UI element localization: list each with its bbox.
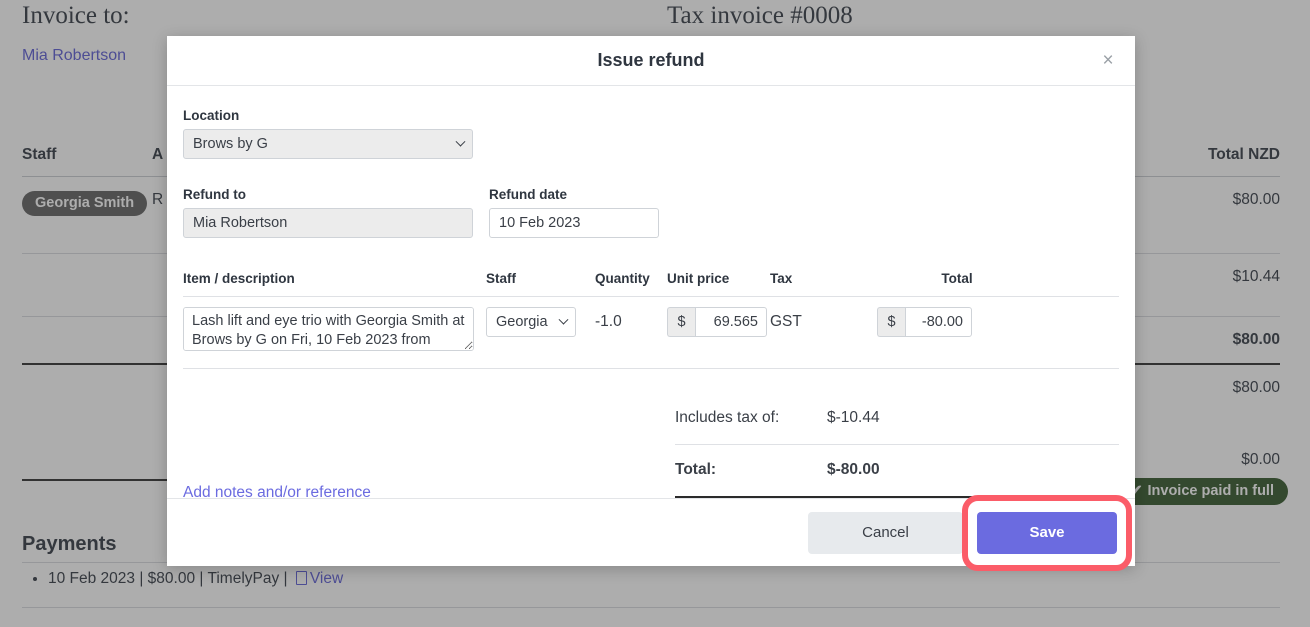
column-header-quantity: Quantity (595, 271, 650, 286)
column-header-total: Total (941, 271, 973, 286)
refund-to-label: Refund to (183, 187, 246, 202)
cell-description: Lash lift and eye trio with Georgia Smit… (183, 307, 486, 356)
includes-tax-value: $-10.44 (827, 409, 880, 426)
cell-quantity: -1.0 (595, 307, 667, 331)
total-group: $ (877, 307, 972, 337)
cell-tax: GST (770, 307, 877, 331)
close-icon[interactable]: × (1095, 48, 1121, 74)
location-label: Location (183, 108, 240, 123)
refund-item-table: Item / description Staff Quantity Unit p… (183, 271, 1119, 369)
cell-staff: Georgia Smith (486, 307, 595, 337)
total-row: Total: $-80.00 (675, 444, 1119, 498)
staff-select-wrap: Georgia Smith (486, 307, 576, 337)
column-header-item: Item / description (183, 271, 295, 286)
includes-tax-label: Includes tax of: (675, 409, 780, 426)
issue-refund-modal: Issue refund × Location Brows by G Refun… (167, 36, 1135, 571)
total-label: Total: (675, 461, 717, 478)
refund-date-group: Refund date (489, 187, 659, 238)
total-value: $-80.00 (827, 461, 880, 478)
tax-value: GST (770, 313, 802, 330)
column-header-unit-price: Unit price (667, 271, 730, 286)
column-header-tax: Tax (770, 271, 793, 286)
modal-header: Issue refund × (167, 36, 1135, 86)
currency-symbol: $ (667, 307, 695, 337)
cell-unit-price: $ (667, 307, 770, 337)
refund-date-input[interactable] (489, 208, 659, 238)
column-header-staff: Staff (486, 271, 516, 286)
refund-to-input[interactable] (183, 208, 473, 238)
includes-tax-row: Includes tax of: $-10.44 (675, 394, 1119, 444)
save-button-wrap: Save (962, 494, 1132, 571)
modal-footer: Cancel Save (167, 494, 1135, 571)
unit-price-group: $ (667, 307, 770, 337)
line-total-input[interactable] (905, 307, 972, 337)
unit-price-input[interactable] (695, 307, 767, 337)
modal-body: Location Brows by G Refund to Refund dat… (167, 86, 1135, 501)
location-select-wrap: Brows by G (183, 129, 473, 159)
refund-date-label: Refund date (489, 187, 568, 202)
refund-to-group: Refund to (183, 187, 473, 238)
location-field-group: Location Brows by G (183, 108, 473, 159)
cancel-button[interactable]: Cancel (808, 511, 963, 554)
totals-section: Includes tax of: $-10.44 Total: $-80.00 (675, 394, 1119, 498)
item-row: Lash lift and eye trio with Georgia Smit… (183, 296, 1119, 369)
item-table-header: Item / description Staff Quantity Unit p… (183, 271, 1119, 296)
modal-title: Issue refund (597, 50, 705, 70)
description-textarea[interactable]: Lash lift and eye trio with Georgia Smit… (183, 307, 474, 351)
cell-total: $ (877, 307, 1119, 337)
refund-fields-group: Refund to Refund date (183, 187, 659, 238)
save-button[interactable]: Save (977, 511, 1117, 554)
location-select[interactable]: Brows by G (183, 129, 473, 159)
quantity-value: -1.0 (595, 313, 622, 330)
staff-select[interactable]: Georgia Smith (486, 307, 576, 337)
currency-symbol: $ (877, 307, 905, 337)
